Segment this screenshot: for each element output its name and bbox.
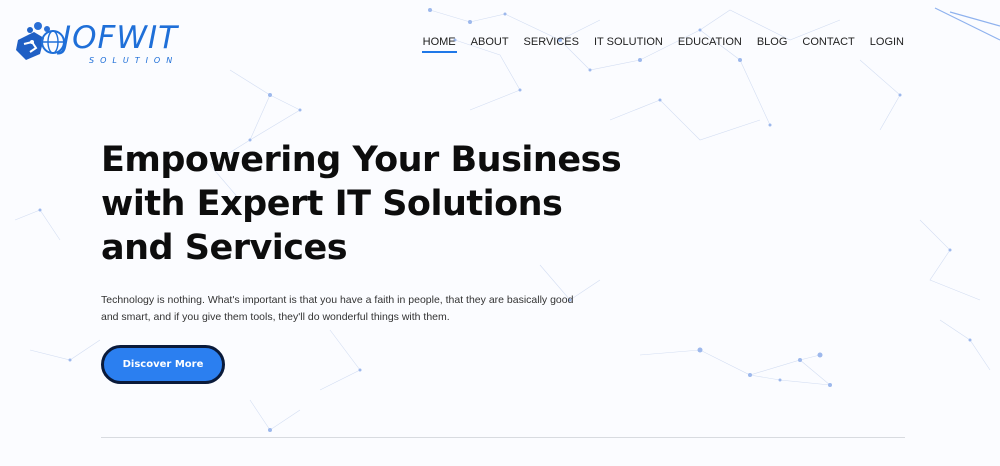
brand-subtitle: SOLUTION (89, 56, 179, 65)
section-divider (101, 437, 905, 438)
hero-description: Technology is nothing. What's important … (101, 292, 611, 326)
nav-about[interactable]: ABOUT (470, 36, 510, 53)
nav-home[interactable]: HOME (421, 36, 457, 53)
brand-logo[interactable]: JOFWIT SOLUTION (14, 18, 194, 68)
hero-description-line-2: and smart, and if you give them tools, t… (101, 311, 450, 323)
hero-title: Empowering Your Business with Expert IT … (101, 138, 661, 270)
nav-education[interactable]: EDUCATION (677, 36, 743, 53)
hero-description-line-1: Technology is nothing. What's important … (101, 294, 574, 306)
hero-title-line-2: with Expert IT Solutions (101, 184, 563, 224)
nav-services[interactable]: SERVICES (523, 36, 580, 53)
nav-login[interactable]: LOGIN (869, 36, 905, 53)
logo-icon (16, 22, 65, 60)
main-nav: HOME ABOUT SERVICES IT SOLUTION EDUCATIO… (421, 36, 905, 53)
nav-contact[interactable]: CONTACT (801, 36, 855, 53)
hero-title-line-3: and Services (101, 228, 348, 268)
page: JOFWIT SOLUTION HOME ABOUT SERVICES IT S… (0, 0, 1000, 466)
hero-title-line-1: Empowering Your Business (101, 140, 622, 180)
brand-name: JOFWIT (62, 20, 179, 56)
discover-more-button[interactable]: Discover More (101, 345, 225, 384)
nav-blog[interactable]: BLOG (756, 36, 789, 53)
nav-it-solution[interactable]: IT SOLUTION (593, 36, 664, 53)
